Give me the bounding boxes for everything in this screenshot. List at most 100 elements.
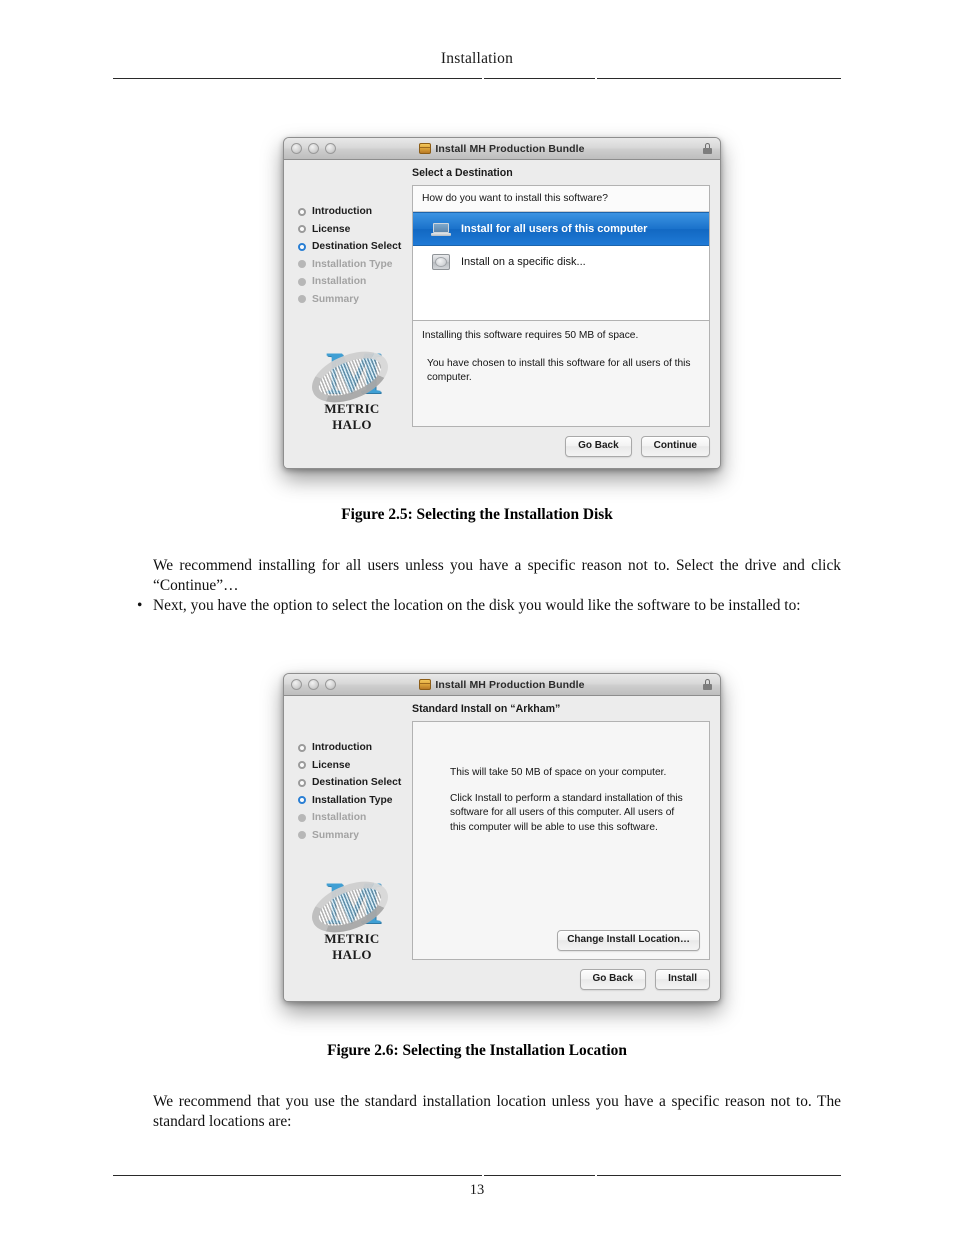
installer-steps-sidebar: Introduction License Destination Select … (284, 721, 412, 962)
page-number: 13 (469, 1182, 485, 1198)
close-button[interactable] (291, 679, 302, 690)
step-installation: Installation (284, 809, 412, 827)
step-label: Installation Type (312, 258, 393, 270)
info-click-install: Click Install to perform a standard inst… (450, 792, 683, 833)
step-summary: Summary (284, 827, 412, 845)
step-installation: Installation (284, 273, 412, 291)
change-install-location-wrap: Change Install Location… (557, 929, 700, 951)
window-title-group: Install MH Production Bundle (284, 143, 720, 155)
step-dot-icon (298, 277, 306, 286)
window-titlebar[interactable]: Install MH Production Bundle (284, 138, 720, 160)
step-summary: Summary (284, 291, 412, 309)
installer-main-pane: This will take 50 MB of space on your co… (412, 721, 720, 960)
option-label: Install for all users of this computer (461, 223, 648, 235)
step-dot-icon (298, 225, 306, 234)
header-rule (113, 78, 841, 79)
paragraph-recommend-all-users: We recommend installing for all users un… (153, 557, 841, 594)
option-install-specific-disk[interactable]: Install on a specific disk... (413, 246, 709, 278)
window-body: Standard Install on “Arkham” Introductio… (284, 696, 720, 1001)
package-icon (419, 679, 432, 690)
pane-title: Standard Install on “Arkham” (412, 703, 561, 715)
step-label: Installation (312, 812, 367, 824)
step-license: License (284, 757, 412, 775)
option-label: Install on a specific disk... (461, 256, 586, 268)
step-dot-icon (298, 295, 306, 304)
listbox-empty-area (413, 278, 709, 320)
minimize-button[interactable] (308, 143, 319, 154)
paragraph-standard-location: We recommend that you use the standard i… (153, 1093, 841, 1130)
zoom-button[interactable] (325, 143, 336, 154)
step-label: Summary (312, 829, 359, 841)
step-dot-icon (298, 260, 306, 269)
step-label: Installation Type (312, 794, 393, 806)
installer-main-pane: How do you want to install this software… (412, 185, 720, 427)
step-label: Destination Select (312, 241, 402, 253)
step-dot-icon (298, 796, 306, 805)
metric-halo-logo: M METRIC HALO (304, 871, 398, 962)
destination-listbox[interactable]: How do you want to install this software… (412, 185, 710, 321)
step-introduction: Introduction (284, 203, 412, 221)
metric-halo-logo: M METRIC HALO (304, 341, 398, 432)
bullet-next-option: • Next, you have the option to select th… (137, 596, 842, 616)
option-install-all-users[interactable]: Install for all users of this computer (413, 212, 709, 246)
figure-caption-2-6: Figure 2.6: Selecting the Installation L… (327, 1042, 627, 1059)
step-license: License (284, 221, 412, 239)
step-installation-type: Installation Type (284, 792, 412, 810)
installer-window-destination: Install MH Production Bundle Select a De… (283, 137, 721, 469)
step-label: Introduction (312, 206, 373, 218)
standard-install-panel: This will take 50 MB of space on your co… (412, 721, 710, 960)
lock-icon (703, 679, 712, 690)
close-button[interactable] (291, 143, 302, 154)
installer-footer-buttons: Go Back Install (284, 960, 720, 1001)
step-dot-icon (298, 831, 306, 840)
continue-button[interactable]: Continue (640, 436, 710, 457)
step-dot-icon (298, 743, 306, 752)
step-dot-icon (298, 761, 306, 770)
window-controls[interactable] (291, 679, 336, 690)
minimize-button[interactable] (308, 679, 319, 690)
logo-brand-text: METRIC HALO (324, 401, 380, 432)
bullet-marker: • (137, 597, 143, 614)
install-button[interactable]: Install (655, 969, 710, 990)
figure-caption-2-5: Figure 2.5: Selecting the Installation D… (341, 506, 613, 523)
pane-title: Select a Destination (412, 167, 513, 179)
logo-brand-text: METRIC HALO (324, 931, 380, 962)
window-title: Install MH Production Bundle (435, 678, 585, 691)
step-dot-icon (298, 813, 306, 822)
step-label: License (312, 759, 351, 771)
window-body: Select a Destination Introduction Licens… (284, 160, 720, 468)
package-icon (419, 143, 432, 154)
installer-steps-sidebar: Introduction License Destination Select … (284, 185, 412, 432)
go-back-button[interactable]: Go Back (579, 969, 647, 990)
laptop-icon (431, 222, 451, 237)
bullet-text: Next, you have the option to select the … (153, 597, 801, 614)
info-space-required: Installing this software requires 50 MB … (422, 330, 639, 341)
info-chosen-scope: You have chosen to install this software… (427, 358, 691, 383)
step-dot-icon (298, 778, 306, 787)
zoom-button[interactable] (325, 679, 336, 690)
installer-footer-buttons: Go Back Continue (284, 427, 720, 468)
step-dot-icon (298, 242, 306, 251)
step-label: Summary (312, 293, 359, 305)
step-label: Introduction (312, 742, 373, 754)
page-header-title: Installation (440, 50, 514, 67)
standard-install-text: This will take 50 MB of space on your co… (413, 722, 709, 835)
hard-disk-icon (431, 253, 451, 271)
step-installation-type: Installation Type (284, 256, 412, 274)
destination-infobox: Installing this software requires 50 MB … (412, 321, 710, 427)
window-title: Install MH Production Bundle (435, 142, 585, 155)
window-title-group: Install MH Production Bundle (284, 679, 720, 691)
info-space-required: This will take 50 MB of space on your co… (450, 767, 667, 778)
step-destination-select: Destination Select (284, 774, 412, 792)
window-controls[interactable] (291, 143, 336, 154)
step-destination-select: Destination Select (284, 238, 412, 256)
go-back-button[interactable]: Go Back (565, 436, 632, 457)
step-label: License (312, 223, 351, 235)
step-label: Destination Select (312, 777, 402, 789)
window-titlebar[interactable]: Install MH Production Bundle (284, 674, 720, 696)
lock-icon (703, 143, 712, 154)
step-dot-icon (298, 207, 306, 216)
installer-window-install-type: Install MH Production Bundle Standard In… (283, 673, 721, 1002)
change-install-location-button[interactable]: Change Install Location… (557, 930, 700, 951)
step-label: Installation (312, 276, 367, 288)
